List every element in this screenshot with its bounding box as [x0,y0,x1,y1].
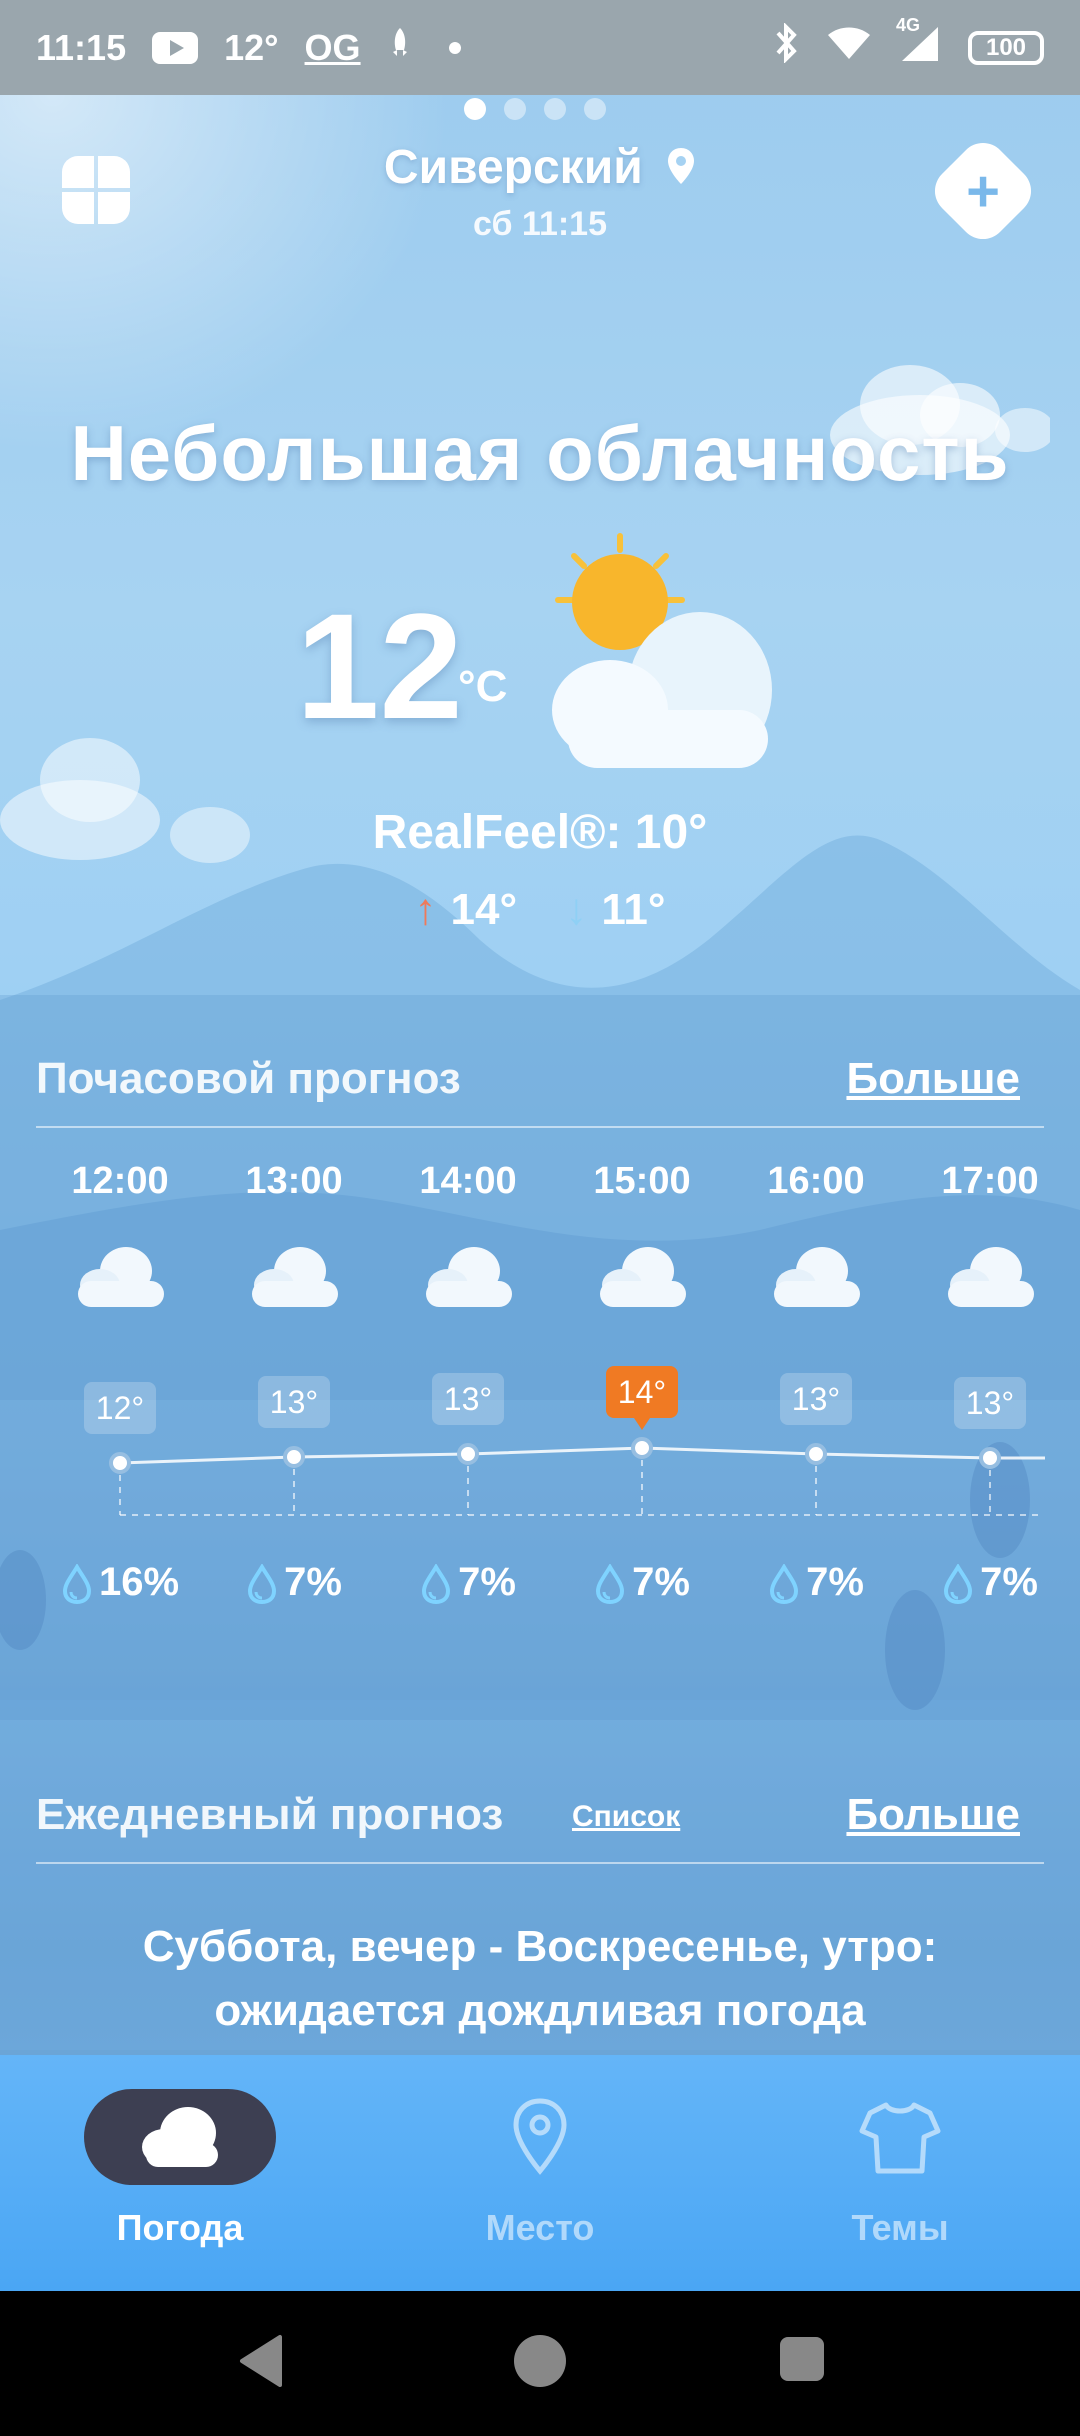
water-drop-icon [770,1564,799,1605]
hourly-item[interactable]: 13:00 [207,1160,381,1316]
back-icon[interactable] [236,2333,286,2389]
daily-summary-line1: Суббота, вечер - Воскресенье, утро: [142,1922,938,1971]
hourly-forecast-title: Почасовой прогноз [36,1054,461,1103]
hourly-item[interactable]: 14:00 [381,1160,555,1316]
nav-tab-themes[interactable]: Темы [720,2055,1080,2291]
nav-tab-location[interactable]: Место [360,2055,720,2291]
arrow-down-icon: ↓ [565,885,588,934]
youtube-icon [152,31,199,64]
hour-precip: 7% [903,1560,1077,1605]
hourly-item[interactable]: 15:00 [555,1160,729,1316]
nav-label-location: Место [485,2207,595,2248]
cellular-signal-icon: 4G [896,15,942,72]
daily-summary-line2: ожидается дождливая погода [214,1986,866,2035]
partly-cloudy-icon [552,533,772,768]
hour-temp-label: 14° [606,1366,678,1430]
hour-time: 16:00 [767,1160,865,1202]
high-low-temperature: ↑ 14° ↓ 11° [0,885,1080,935]
precip-value: 7% [458,1560,516,1604]
hour-temp-label: 12° [84,1382,156,1434]
hourly-temperature-curve [109,1437,1045,1516]
low-temp: 11° [601,885,666,934]
cloud-icon [78,1247,164,1307]
temperature-unit: °C [458,662,508,711]
water-drop-icon [422,1564,451,1605]
hour-precip: 7% [555,1560,729,1605]
recents-icon[interactable] [778,2335,826,2383]
cloud-icon [142,2107,218,2167]
hour-time: 12:00 [71,1160,169,1202]
location-pin-icon [513,2098,567,2175]
divider [36,1862,1044,1864]
og-icon: OG [304,26,361,68]
precip-value: 16% [98,1560,180,1604]
battery-icon: 100 [968,30,1044,65]
notification-dot-icon [448,41,461,54]
cloud-icon [948,1247,1034,1307]
daily-summary: Суббота, вечер - Воскресенье, утро: ожид… [0,1915,1080,2043]
nav-label-weather: Погода [116,2207,244,2248]
cloud-icon [252,1247,338,1307]
water-drop-icon [944,1564,973,1605]
precip-value: 7% [980,1560,1038,1604]
hour-time: 15:00 [593,1160,691,1202]
status-temp: 12° [224,26,279,68]
realfeel-temperature: RealFeel®: 10° [372,806,708,859]
hour-temp-label: 13° [258,1376,330,1428]
status-time: 11:15 [36,26,127,68]
high-temp: 14° [450,885,518,934]
page-dot [464,98,486,120]
nav-tab-weather[interactable]: Погода [0,2055,360,2291]
precip-value: 7% [284,1560,342,1604]
cloud-icon [774,1247,860,1307]
wifi-icon [826,25,872,70]
plus-icon: + [966,158,1000,224]
daily-list-link[interactable]: Список [572,1800,680,1834]
daily-more-link[interactable]: Больше [846,1790,1020,1840]
hour-time: 14:00 [419,1160,517,1202]
precip-value: 7% [632,1560,690,1604]
hour-precip: 16% [33,1560,207,1605]
current-temperature: 12 [296,582,463,750]
home-icon[interactable] [512,2333,568,2389]
weather-condition: Небольшая облачность [70,409,1010,497]
arrow-up-icon: ↑ [414,885,437,934]
water-drop-icon [248,1564,277,1605]
hourly-item[interactable]: 16:00 [729,1160,903,1316]
precip-value: 7% [806,1560,864,1604]
local-datetime: сб 11:15 [473,205,607,243]
water-drop-icon [596,1564,625,1605]
tshirt-icon [859,2102,941,2174]
daily-forecast-title: Ежедневный прогноз [36,1790,504,1839]
rocket-icon [387,26,413,69]
hour-time: 13:00 [245,1160,343,1202]
hourly-item[interactable]: 17:00 [903,1160,1077,1316]
hour-temp-label: 13° [954,1377,1026,1429]
hourly-more-link[interactable]: Больше [846,1054,1020,1104]
system-navigation-bar [0,2291,1080,2436]
bluetooth-icon [772,22,800,72]
nav-label-themes: Темы [851,2207,949,2248]
page-dot [504,98,526,120]
cloud-icon [600,1247,686,1307]
bottom-navigation: Погода Место Темы [0,2055,1080,2291]
water-drop-icon [62,1564,91,1605]
city-label: Сиверский [383,141,643,194]
cloud-icon [426,1247,512,1307]
status-bar: 11:15 12° OG 4G 100 [0,0,1080,95]
page-dot [544,98,566,120]
city-name[interactable]: Сиверский [0,140,1080,198]
location-pin-icon [666,143,696,198]
hour-temp-label: 13° [780,1373,852,1425]
add-location-button[interactable]: + [925,133,1041,249]
location-page-indicator [464,98,606,120]
hour-time: 17:00 [941,1160,1039,1202]
hour-precip: 7% [729,1560,903,1605]
hour-temp-label: 13° [432,1373,504,1425]
hour-precip: 7% [207,1560,381,1605]
page-dot [584,98,606,120]
hour-precip: 7% [381,1560,555,1605]
divider [36,1126,1044,1128]
hourly-item[interactable]: 12:00 [33,1160,207,1316]
